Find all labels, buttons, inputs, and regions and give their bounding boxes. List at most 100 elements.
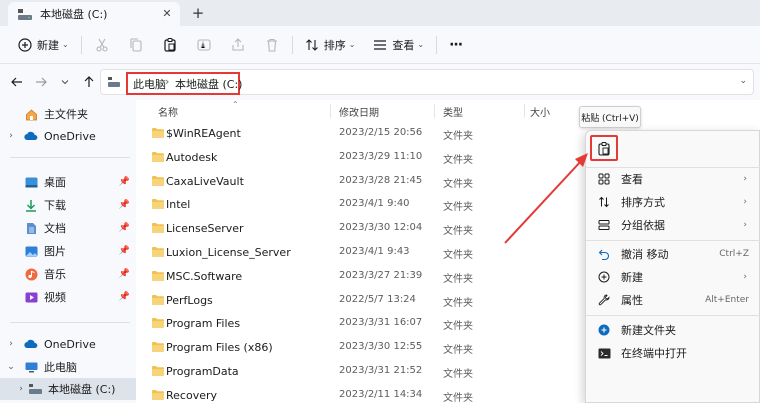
share-button[interactable] (226, 32, 250, 58)
file-name: Recovery (166, 388, 218, 402)
sidebar-item-desktop[interactable]: 桌面 📌 (0, 171, 136, 193)
up-arrow-icon[interactable] (78, 71, 100, 93)
breadcrumb-separator[interactable]: › (165, 75, 169, 88)
sidebar-item-onedrive[interactable]: › OneDrive (0, 125, 136, 147)
menu-item-new[interactable]: 新建 › (590, 266, 757, 288)
sidebar-item-onedrive-2[interactable]: › OneDrive (0, 333, 136, 355)
menu-item-new-folder[interactable]: 新建文件夹 (590, 319, 757, 341)
menu-item-sort-by[interactable]: 排序方式 › (590, 191, 757, 213)
toolbar-divider (436, 35, 438, 54)
column-header-size[interactable]: 大小 (530, 104, 550, 119)
cut-button[interactable] (90, 32, 114, 58)
forward-arrow-icon[interactable] (30, 71, 52, 93)
recent-locations-chevron-icon[interactable] (54, 71, 76, 93)
chevron-down-icon[interactable]: ⌄ (4, 362, 18, 372)
cloud-icon (24, 337, 38, 351)
back-arrow-icon[interactable] (6, 71, 28, 93)
column-header-type[interactable]: 类型 (443, 104, 463, 119)
breadcrumb-local-disk[interactable]: 本地磁盘 (C:) (175, 76, 242, 92)
folder-icon (152, 247, 164, 257)
chevron-down-icon: ⌄ (417, 40, 425, 49)
rename-button[interactable] (192, 32, 216, 58)
column-header-date[interactable]: 修改日期 (339, 104, 379, 119)
file-modified-date: 2023/3/31 16:07 (339, 317, 423, 329)
cloud-icon (24, 129, 38, 143)
address-bar[interactable]: 此电脑 › 本地磁盘 (C:) ⌄ (100, 69, 754, 95)
chevron-down-icon: ⌄ (62, 40, 69, 49)
pin-icon[interactable]: 📌 (119, 292, 130, 302)
chevron-right-icon: › (743, 197, 747, 207)
drive-icon (108, 77, 120, 90)
sidebar-item-downloads[interactable]: 下载 📌 (0, 194, 136, 216)
column-header-name[interactable]: 名称 (158, 104, 178, 119)
column-divider[interactable] (434, 104, 435, 118)
file-type: 文件夹 (443, 297, 473, 309)
sidebar-item-documents[interactable]: 文档 📌 (0, 217, 136, 239)
sidebar-divider (10, 157, 130, 158)
computer-icon (24, 360, 38, 374)
more-options-button[interactable]: ··· (445, 32, 466, 58)
music-icon (24, 267, 38, 281)
pin-icon[interactable]: 📌 (119, 200, 130, 210)
sidebar-item-videos[interactable]: 视频 📌 (0, 286, 136, 308)
new-button[interactable]: 新建 ⌄ (14, 32, 73, 58)
file-name: LicenseServer (166, 222, 244, 236)
file-name: Program Files (166, 317, 241, 331)
menu-item-group-by[interactable]: 分组依据 › (590, 214, 757, 236)
menu-item-undo-move[interactable]: 撤消 移动 Ctrl+Z (590, 243, 757, 265)
column-divider[interactable] (330, 104, 331, 118)
file-name: Autodesk (166, 150, 218, 164)
file-modified-date: 2022/5/7 13:24 (339, 293, 416, 305)
close-icon[interactable]: ✕ (160, 7, 174, 21)
folder-icon (152, 366, 164, 376)
sort-label: 排序 (323, 38, 346, 52)
chevron-right-icon: › (743, 220, 747, 230)
undo-icon (596, 246, 612, 262)
sort-button[interactable]: 排序 ⌄ (301, 32, 360, 58)
sidebar-item-this-pc[interactable]: ⌄ 此电脑 (0, 356, 136, 378)
chevron-right-icon[interactable]: › (14, 384, 28, 394)
group-icon (596, 217, 612, 233)
tab-local-disk[interactable]: 本地磁盘 (C:) ✕ (8, 2, 180, 26)
share-icon (232, 37, 244, 51)
menu-item-view[interactable]: 查看 › (590, 168, 757, 190)
sidebar-item-local-disk[interactable]: › 本地磁盘 (C:) (0, 378, 136, 400)
view-icon (374, 39, 387, 50)
pin-icon[interactable]: 📌 (119, 269, 130, 279)
column-divider[interactable] (524, 104, 525, 118)
context-paste-button[interactable] (590, 135, 618, 161)
view-label: 查看 (392, 38, 415, 52)
menu-item-properties[interactable]: 属性 Alt+Enter (590, 289, 757, 311)
new-tab-button[interactable]: + (190, 5, 206, 21)
file-type: 文件夹 (443, 131, 473, 142)
menu-divider (586, 315, 760, 316)
file-modified-date: 2023/3/29 11:10 (339, 150, 423, 162)
sidebar-item-music[interactable]: 音乐 📌 (0, 263, 136, 285)
pin-icon[interactable]: 📌 (119, 223, 130, 233)
navigation-pane: 主文件夹 › OneDrive 桌面 📌 下载 📌 文档 📌 图片 📌 音乐 📌 (0, 100, 136, 403)
folder-icon (152, 128, 164, 138)
delete-button[interactable] (260, 32, 284, 58)
file-type: 文件夹 (443, 250, 473, 261)
chevron-down-icon[interactable]: ⌄ (739, 76, 747, 86)
grid-icon (596, 171, 612, 187)
chevron-right-icon[interactable]: › (4, 339, 18, 349)
menu-divider (586, 240, 760, 241)
chevron-right-icon: › (743, 272, 747, 282)
chevron-right-icon[interactable]: › (4, 131, 18, 141)
new-folder-icon (596, 322, 612, 338)
copy-button[interactable] (124, 32, 148, 58)
clipboard-icon (164, 37, 176, 52)
menu-item-open-in-terminal[interactable]: 在终端中打开 (590, 342, 757, 364)
view-button[interactable]: 查看 ⌄ (369, 32, 428, 58)
pin-icon[interactable]: 📌 (119, 177, 130, 187)
sidebar-item-pictures[interactable]: 图片 📌 (0, 240, 136, 262)
pin-icon[interactable]: 📌 (119, 246, 130, 256)
sort-indicator-icon: ⌃ (232, 100, 239, 109)
paste-button[interactable] (158, 32, 182, 58)
breadcrumb-this-pc[interactable]: 此电脑 (133, 76, 166, 92)
new-button-label: 新建 (37, 38, 59, 52)
sort-icon (596, 194, 612, 210)
folder-icon (152, 199, 164, 210)
sidebar-item-home[interactable]: 主文件夹 (0, 103, 136, 125)
